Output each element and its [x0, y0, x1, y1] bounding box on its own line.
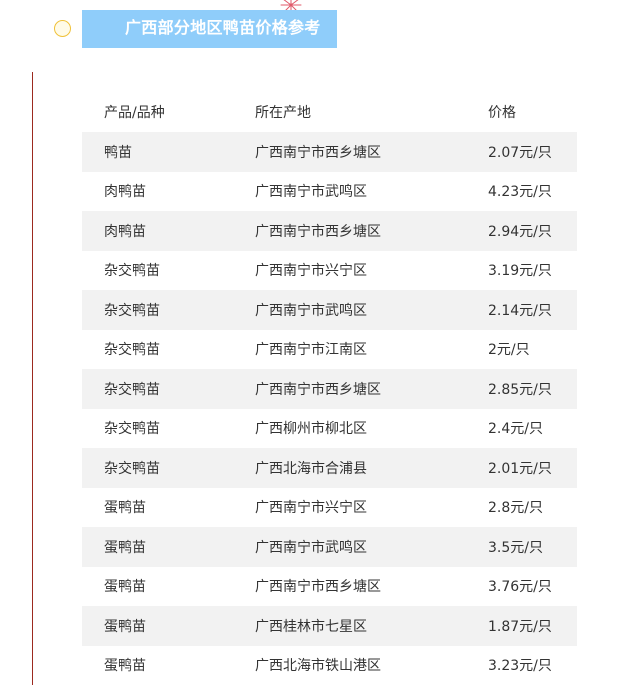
cell-origin: 广西柳州市柳北区 [255, 421, 367, 438]
cell-price: 2.8元/只 [488, 500, 543, 517]
cell-price: 2.85元/只 [488, 381, 552, 398]
cell-product: 杂交鸭苗 [104, 381, 160, 398]
table-row: 杂交鸭苗 广西南宁市江南区 2元/只 [82, 330, 577, 370]
cell-price: 2.01元/只 [488, 460, 552, 477]
table-row: 蛋鸭苗 广西南宁市西乡塘区 3.76元/只 [82, 567, 577, 607]
cell-product: 杂交鸭苗 [104, 421, 160, 438]
cell-origin: 广西南宁市武鸣区 [255, 184, 367, 201]
table-row: 肉鸭苗 广西南宁市西乡塘区 2.94元/只 [82, 211, 577, 251]
cell-product: 肉鸭苗 [104, 184, 146, 201]
cell-price: 2.94元/只 [488, 223, 552, 240]
table-header-row: 产品/品种 所在产地 价格 [82, 92, 577, 132]
cell-product: 蛋鸭苗 [104, 539, 146, 556]
page-title: 广西部分地区鸭苗价格参考 [125, 18, 321, 37]
cell-product: 肉鸭苗 [104, 223, 146, 240]
cell-product: 杂交鸭苗 [104, 342, 160, 359]
cell-product: 杂交鸭苗 [104, 263, 160, 280]
title-banner: 广西部分地区鸭苗价格参考 [82, 10, 337, 48]
circle-icon [54, 20, 71, 37]
cell-price: 4.23元/只 [488, 184, 552, 201]
cell-price: 3.5元/只 [488, 539, 543, 556]
header-origin: 所在产地 [255, 105, 311, 121]
cell-price: 3.23元/只 [488, 658, 552, 675]
cell-origin: 广西桂林市七星区 [255, 618, 367, 635]
cell-product: 杂交鸭苗 [104, 460, 160, 477]
table-body: 鸭苗 广西南宁市西乡塘区 2.07元/只 肉鸭苗 广西南宁市武鸣区 4.23元/只 肉鸭苗广… [82, 132, 577, 685]
table-row: 杂交鸭苗 广西北海市合浦县 2.01元/只 [82, 448, 577, 488]
table-row: 蛋鸭苗 广西北海市铁山港区 3.23元/只 [82, 646, 577, 685]
cell-price: 3.19元/只 [488, 263, 552, 280]
table-row: 蛋鸭苗 广西桂林市七星区 1.87元/只 [82, 606, 577, 646]
table-row: 杂交鸭苗 广西柳州市柳北区 2.4元/只 [82, 409, 577, 449]
header-product: 产品/品种 [104, 105, 165, 121]
cell-price: 2.07元/只 [488, 144, 552, 161]
table-row: 蛋鸭苗 广西南宁市兴宁区 2.8元/只 [82, 488, 577, 528]
cell-price: 1.87元/只 [488, 618, 552, 635]
table-row: 杂交鸭苗 广西南宁市武鸣区 2.14元/只 [82, 290, 577, 330]
table-row: 杂交鸭苗 广西南宁市西乡塘区 2.85元/只 [82, 369, 577, 409]
cell-product: 蛋鸭苗 [104, 500, 146, 517]
cell-origin: 广西北海市合浦县 [255, 460, 367, 477]
cell-product: 蛋鸭苗 [104, 579, 146, 596]
cell-price: 3.76元/只 [488, 579, 552, 596]
cell-origin: 广西南宁市兴宁区 [255, 500, 367, 517]
left-accent-line [32, 72, 33, 685]
cell-product: 杂交鸭苗 [104, 302, 160, 319]
cell-origin: 广西南宁市西乡塘区 [255, 579, 381, 596]
cell-price: 2元/只 [488, 342, 530, 359]
cell-product: 鸭苗 [104, 144, 132, 161]
cell-origin: 广西南宁市西乡塘区 [255, 381, 381, 398]
price-table: 产品/品种 所在产地 价格 鸭苗 广西南宁市西乡塘区 2.07元/只 肉鸭苗 广西南宁市… [82, 92, 577, 685]
cell-origin: 广西南宁市武鸣区 [255, 302, 367, 319]
table-row: 蛋鸭苗 广西南宁市武鸣区 3.5元/只 [82, 527, 577, 567]
cell-product: 蛋鸭苗 [104, 658, 146, 675]
cell-origin: 广西南宁市江南区 [255, 342, 367, 359]
cell-origin: 广西南宁市西乡塘区 [255, 223, 381, 240]
cell-origin: 广西北海市铁山港区 [255, 658, 381, 675]
cell-origin: 广西南宁市西乡塘区 [255, 144, 381, 161]
table-row: 肉鸭苗 广西南宁市武鸣区 4.23元/只 [82, 172, 577, 212]
cell-price: 2.14元/只 [488, 302, 552, 319]
cell-origin: 广西南宁市武鸣区 [255, 539, 367, 556]
table-row: 杂交鸭苗 广西南宁市兴宁区 3.19元/只 [82, 251, 577, 291]
cell-product: 蛋鸭苗 [104, 618, 146, 635]
header-price: 价格 [488, 105, 516, 121]
cell-origin: 广西南宁市兴宁区 [255, 263, 367, 280]
cell-price: 2.4元/只 [488, 421, 543, 438]
table-row: 鸭苗 广西南宁市西乡塘区 2.07元/只 [82, 132, 577, 172]
